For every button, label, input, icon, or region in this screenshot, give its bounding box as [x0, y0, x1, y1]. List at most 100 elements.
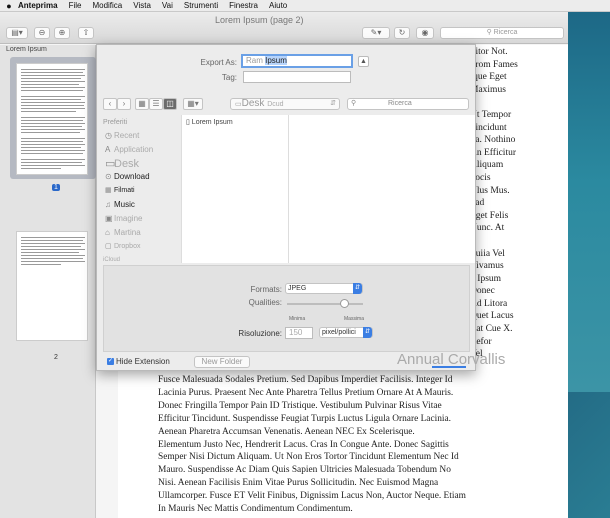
document-text-bottom: Fusce Malesuada Sodales Pretium. Sed Dap… [158, 374, 518, 516]
doc-right-line: Socis [470, 172, 491, 183]
window-titlebar: Lorem Ipsum (page 2) ▤▾ ⊖ ⊕ ⇧ ✎▾ ↻ ◉ ⚲ R… [0, 12, 568, 44]
page-thumbnail-1[interactable] [16, 63, 88, 175]
focus-underline [432, 366, 466, 368]
folder-icon: ▭ [235, 101, 242, 108]
pictures-icon: ▣ [105, 214, 113, 223]
format-label: Formats: [250, 285, 282, 294]
menu-strumenti[interactable]: Strumenti [184, 1, 218, 10]
doc-bottom-line: Nisi. Aenean Facilisis Enim Vitae Purus … [158, 478, 439, 489]
sidebar-item-dropbox[interactable]: ▢ Dropbox [105, 242, 140, 250]
export-as-label: Export As: [200, 58, 237, 67]
icon-view-icon[interactable]: ▦ [135, 98, 149, 110]
resolution-field[interactable]: 150 [285, 327, 313, 339]
menu-finestra[interactable]: Finestra [229, 1, 258, 10]
doc-right-line: Sa. Nothino [470, 135, 516, 146]
hide-extension-label: Hide Extension [116, 357, 170, 366]
format-popup[interactable]: JPEG ⇵ [285, 283, 363, 294]
browser-column-2 [289, 115, 475, 263]
dropbox-icon: ▢ [105, 243, 112, 250]
menu-bar: ● Anteprima File Modifica Vista Vai Stru… [0, 0, 610, 12]
doc-right-line: Titor Not. [470, 47, 508, 57]
sidebar-item-recent[interactable]: ◷ Recent [105, 131, 139, 140]
doc-right-line: Vivamus [470, 261, 504, 272]
chevron-updown-icon: ⇵ [330, 100, 336, 107]
desktop-icon: ▭ [105, 158, 116, 170]
window-title: Lorem Ipsum (page 2) [215, 15, 304, 25]
search-icon: ⚲ [351, 100, 357, 107]
resolution-label: Risoluzione: [238, 329, 282, 338]
expand-dialog-button[interactable]: ▲ [358, 56, 369, 67]
apple-menu-icon[interactable]: ● [0, 1, 18, 11]
doc-right-line: Sad [470, 198, 485, 209]
sidebar-toggle-button[interactable]: ▤▾ [6, 27, 28, 39]
chevron-updown-icon: ⇵ [353, 283, 362, 294]
quality-min-label: Minima [289, 316, 306, 322]
sidebar-item-music[interactable]: ♫ Music [105, 200, 135, 209]
desktop-wallpaper [568, 12, 610, 518]
favorites-header: Preferiti [103, 119, 128, 126]
doc-bottom-line: Semper Nisi Dictum Aliquam. Ut Non Eros … [158, 452, 459, 463]
page-thumbnail-2[interactable] [16, 231, 88, 341]
quality-slider-track[interactable] [287, 303, 363, 305]
quality-label: Qualities: [248, 298, 282, 307]
menu-file[interactable]: File [69, 1, 82, 10]
doc-right-line: Ulus Mus. [470, 185, 510, 196]
menu-modifica[interactable]: Modifica [92, 1, 122, 10]
hide-extension-checkbox[interactable]: ✓ [107, 358, 114, 365]
downloads-icon: ⊙ [105, 172, 112, 181]
thumbnail-sidebar: Lorem Ipsum 1 2 [0, 45, 96, 518]
sheet-search-field[interactable]: ⚲ Ricerca [347, 98, 469, 110]
quality-slider-knob[interactable] [340, 299, 349, 308]
document-text-right: Titor Not. From Fames Ique Eget Maximus … [470, 46, 568, 361]
quality-max-label: Massima [344, 316, 365, 322]
sidebar-item-home[interactable]: ⌂ Martina [105, 228, 141, 237]
doc-bottom-line: Lacinia Purus. Praesent Nec Ante Pharetr… [158, 387, 454, 398]
sidebar-item-applications[interactable]: A Application [105, 145, 153, 154]
resolution-unit-popup[interactable]: pixel/pollici ⇵ [319, 327, 373, 338]
doc-bottom-line: Aenean Pharetra Accumsan Venenatis. Aene… [158, 426, 415, 437]
doc-right-line: Aliquam [470, 160, 504, 171]
doc-right-line: Quet Lacus [470, 311, 514, 322]
arrange-icon[interactable]: ▦▾ [183, 98, 203, 110]
menu-anteprima[interactable]: Anteprima [18, 1, 58, 10]
doc-bottom-line: Ullamcorper. Fusce ET Velit Finibus, Dig… [158, 491, 466, 502]
menu-vai[interactable]: Vai [162, 1, 173, 10]
sidebar-item-pictures[interactable]: ▣Imagine [105, 214, 142, 223]
zoom-out-icon[interactable]: ⊖ [34, 27, 50, 39]
rotate-icon[interactable]: ↻ [394, 27, 410, 39]
page-number-2: 2 [54, 354, 58, 361]
wallpaper-sea [568, 12, 610, 392]
sidebar-item-downloads[interactable]: ⊙ Download [105, 172, 150, 181]
toolbox-icon[interactable]: ◉ [416, 27, 434, 39]
sidebar-item-movies[interactable]: ▦ Filmati [105, 186, 135, 194]
window-search-field[interactable]: ⚲ Ricerca [440, 27, 564, 39]
tag-label: Tag: [221, 73, 237, 82]
doc-bottom-line: Elementum Justo Nec, Hendrerit Lacus. Cr… [158, 439, 449, 450]
menu-aiuto[interactable]: Aiuto [269, 1, 287, 10]
doc-right-line: Maximus [470, 84, 506, 95]
forward-icon[interactable]: › [117, 98, 131, 110]
share-icon[interactable]: ⇧ [78, 27, 94, 39]
doc-right-line: Ut Tempor [470, 109, 512, 120]
doc-right-line: Eget Felis [470, 210, 509, 221]
movies-icon: ▦ [105, 187, 112, 194]
location-popup[interactable]: ▭Desk Dcud ⇵ [230, 98, 340, 110]
doc-right-line: An Efficitur [470, 147, 516, 158]
menu-vista[interactable]: Vista [133, 1, 151, 10]
doc-right-line: P Ipsum [470, 273, 502, 284]
column-view-icon[interactable]: ◫ [163, 98, 177, 110]
back-icon[interactable]: ‹ [103, 98, 117, 110]
markup-pen-icon[interactable]: ✎▾ [362, 27, 390, 39]
zoom-in-icon[interactable]: ⊕ [54, 27, 70, 39]
applications-icon: A [105, 145, 111, 154]
file-item[interactable]: ▯ Lorem Ipsum [186, 118, 233, 126]
chevron-updown-icon: ⇵ [363, 327, 372, 338]
new-folder-button[interactable]: New Folder [194, 356, 250, 368]
sidebar-item-desktop[interactable]: ▭Desk [105, 157, 139, 170]
search-icon: ⚲ [486, 29, 494, 36]
list-view-icon[interactable]: ☰ [149, 98, 163, 110]
export-as-field[interactable]: Ram Ipsum [241, 54, 353, 68]
tag-field[interactable] [243, 71, 351, 83]
doc-bottom-line: Mauro. Suspendisse Ac Diam Quis Sapien U… [158, 465, 451, 476]
doc-bottom-line: Fusce Malesuada Sodales Pretium. Sed Dap… [158, 375, 453, 385]
